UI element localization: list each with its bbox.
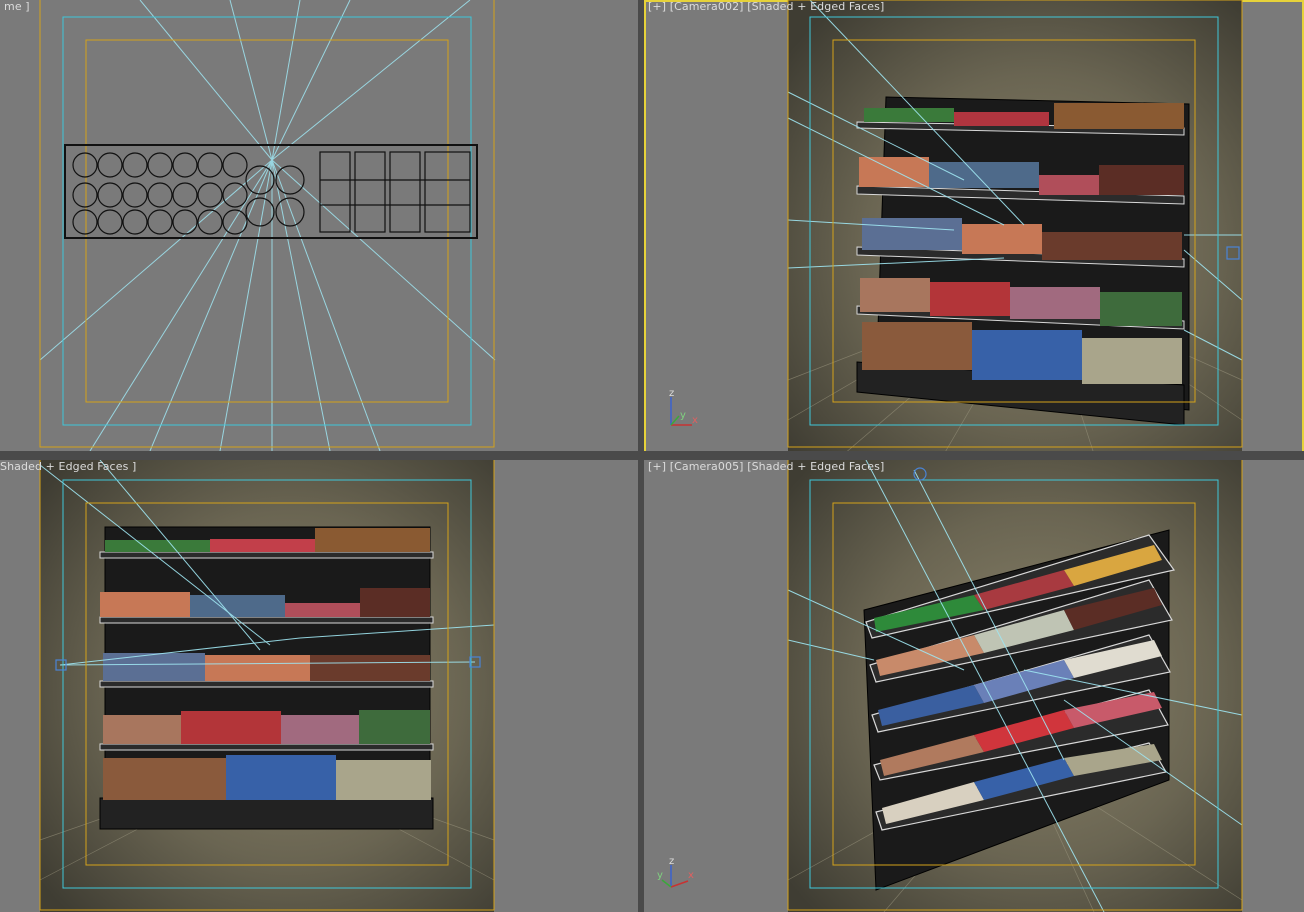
viewport-camera005[interactable]: z y x [+] [Camera005] [Shaded + Edged Fa… (644, 460, 1304, 912)
viewport-plus-menu[interactable]: [+] (648, 0, 666, 13)
svg-text:x: x (688, 870, 694, 881)
axis-gizmo-icon (661, 865, 689, 888)
top-view-scene (39, 0, 496, 451)
shelf-unit (856, 96, 1190, 426)
svg-text:x: x (692, 415, 698, 426)
viewport-divider-horizontal[interactable] (0, 451, 1304, 460)
shelf-unit-front (99, 526, 434, 830)
svg-text:y: y (657, 870, 663, 881)
viewport-camera-menu[interactable]: [Camera005] (670, 460, 744, 473)
viewport-label-bottom-left[interactable]: Shaded + Edged Faces ] (0, 460, 136, 473)
viewport-top-left[interactable]: me ] (0, 0, 638, 451)
viewport-shading-menu[interactable]: [Shaded + Edged Faces] (747, 460, 884, 473)
front-view-scene (39, 460, 495, 912)
viewport-camera002[interactable]: z y x [+] [Camera002] [Shaded + Edged Fa… (644, 0, 1304, 454)
viewport-label-camera005: [+] [Camera005] [Shaded + Edged Faces] (648, 460, 884, 473)
viewport-plus-menu[interactable]: [+] (648, 460, 666, 473)
camera002-scene: z y x (669, 0, 1243, 454)
viewport-shading-menu[interactable]: [Shaded + Edged Faces] (747, 0, 884, 13)
svg-text:z: z (669, 388, 674, 399)
viewport-camera-menu[interactable]: [Camera002] (670, 0, 744, 13)
camera005-scene: z y x (657, 460, 1243, 912)
viewport-shading-menu[interactable]: Shaded + Edged Faces ] (0, 460, 136, 473)
viewport-bottom-left[interactable]: Shaded + Edged Faces ] (0, 460, 638, 912)
viewport-label-camera002: [+] [Camera002] [Shaded + Edged Faces] (648, 0, 884, 13)
svg-text:y: y (680, 410, 686, 421)
svg-text:z: z (669, 856, 674, 867)
